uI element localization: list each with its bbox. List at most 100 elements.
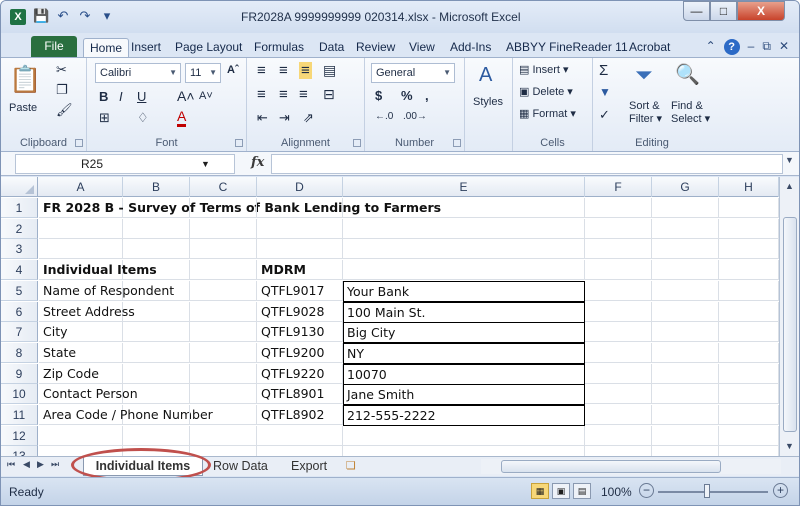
font-name-dropdown[interactable]: Calibri ▼ (95, 63, 181, 83)
orientation-icon[interactable]: ⇗ (303, 110, 314, 126)
cell-c2[interactable] (190, 218, 257, 239)
row-header[interactable]: 6 (1, 301, 38, 322)
cell-a4[interactable]: Individual Items (39, 260, 157, 281)
cell-g13[interactable] (652, 446, 719, 456)
formula-input[interactable] (271, 154, 783, 174)
column-header-h[interactable]: H (719, 177, 779, 197)
fill-icon[interactable]: ▼ (599, 85, 611, 99)
minimize-ribbon-icon[interactable]: ⌃ (706, 39, 716, 55)
cell-b7[interactable] (123, 322, 190, 343)
decrease-indent-icon[interactable]: ⇤ (257, 110, 268, 126)
wrap-text-icon[interactable]: ▤ (323, 62, 336, 79)
cell-e5[interactable]: Your Bank (343, 280, 585, 302)
styles-button[interactable]: Styles (473, 96, 503, 108)
cell-d10[interactable]: QTFL8901 (257, 384, 343, 405)
cell-f6[interactable] (585, 301, 652, 322)
horizontal-scroll-thumb[interactable] (501, 460, 721, 473)
close-workbook-icon[interactable]: ✕ (779, 39, 789, 55)
scroll-down-icon[interactable]: ▼ (785, 441, 794, 451)
cell-h6[interactable] (719, 301, 779, 322)
undo-icon[interactable]: ↶ (55, 8, 71, 24)
horizontal-scrollbar[interactable] (481, 459, 781, 474)
cell-h7[interactable] (719, 322, 779, 343)
cell-e13[interactable] (343, 446, 585, 456)
row-header[interactable]: 4 (1, 260, 38, 281)
cell-g8[interactable] (652, 342, 719, 363)
save-icon[interactable]: 💾 (33, 8, 49, 24)
cell-g11[interactable] (652, 405, 719, 425)
cell-a6[interactable]: Street Address (39, 301, 135, 322)
align-bottom-icon[interactable]: ≡ (299, 62, 312, 79)
vertical-scrollbar[interactable]: ▲ ▼ (779, 177, 799, 456)
cell-c7[interactable] (190, 322, 257, 343)
cell-b9[interactable] (123, 363, 190, 384)
cell-a12[interactable] (39, 425, 123, 446)
increase-decimal-icon[interactable]: ←.0 (375, 111, 393, 122)
tab-data[interactable]: Data (319, 38, 344, 57)
cell-e11[interactable]: 212-555-2222 (343, 405, 585, 426)
align-middle-icon[interactable]: ≡ (279, 62, 288, 79)
name-box[interactable]: R25 ▼ (15, 154, 235, 174)
cell-f1[interactable] (585, 198, 652, 218)
cell-b2[interactable] (123, 218, 190, 239)
cell-e12[interactable] (343, 425, 585, 446)
tab-review[interactable]: Review (356, 38, 395, 57)
cell-e2[interactable] (343, 218, 585, 239)
cell-h2[interactable] (719, 218, 779, 239)
styles-icon[interactable]: A (479, 64, 492, 87)
tab-abbyy[interactable]: ABBYY FineReader 11 (506, 38, 628, 57)
column-header-f[interactable]: F (585, 177, 652, 197)
cell-b13[interactable] (123, 446, 190, 456)
cell-f13[interactable] (585, 446, 652, 456)
cell-h4[interactable] (719, 260, 779, 281)
zoom-slider-thumb[interactable] (704, 484, 710, 498)
cell-h5[interactable] (719, 280, 779, 301)
cell-g9[interactable] (652, 363, 719, 384)
cell-b4[interactable] (123, 260, 190, 281)
cell-d13[interactable] (257, 446, 343, 456)
cell-c6[interactable] (190, 301, 257, 322)
cell-c13[interactable] (190, 446, 257, 456)
zoom-out-icon[interactable]: − (639, 483, 654, 498)
close-button[interactable]: X (737, 1, 785, 21)
cell-e10[interactable]: Jane Smith (343, 384, 585, 406)
page-break-view-icon[interactable]: ▤ (573, 483, 591, 499)
cell-d5[interactable]: QTFL9017 (257, 280, 343, 301)
cell-f10[interactable] (585, 384, 652, 405)
tab-view[interactable]: View (409, 38, 435, 57)
row-header[interactable]: 11 (1, 405, 38, 425)
cell-a3[interactable] (39, 239, 123, 260)
cell-g2[interactable] (652, 218, 719, 239)
cell-h1[interactable] (719, 198, 779, 218)
cell-c8[interactable] (190, 342, 257, 363)
cell-a8[interactable]: State (39, 342, 123, 363)
cell-c1[interactable] (190, 198, 257, 218)
insert-cells-button[interactable]: ▤ Insert ▾ (519, 63, 569, 76)
prev-sheet-icon[interactable]: ◀ (23, 459, 30, 470)
redo-icon[interactable]: ↷ (77, 8, 93, 24)
minimize-button[interactable]: — (683, 1, 710, 21)
insert-sheet-icon[interactable]: ❏ (346, 457, 356, 476)
cell-f3[interactable] (585, 239, 652, 260)
align-top-icon[interactable]: ≡ (257, 62, 266, 79)
vertical-scroll-thumb[interactable] (783, 217, 797, 432)
zoom-level[interactable]: 100% (601, 485, 632, 499)
help-icon[interactable]: ? (723, 39, 740, 55)
cell-c10[interactable] (190, 384, 257, 405)
column-header-c[interactable]: C (190, 177, 257, 197)
cell-e8[interactable]: NY (343, 342, 585, 364)
row-header[interactable]: 13 (1, 446, 38, 456)
cell-h13[interactable] (719, 446, 779, 456)
align-right-icon[interactable]: ≡ (299, 86, 308, 103)
row-header[interactable]: 5 (1, 280, 38, 301)
tab-home[interactable]: Home (83, 38, 130, 57)
cell-e1[interactable] (343, 198, 585, 218)
tab-insert[interactable]: Insert (131, 38, 161, 57)
maximize-button[interactable]: □ (710, 1, 737, 21)
cell-a5[interactable]: Name of Respondent (39, 280, 174, 301)
cell-c12[interactable] (190, 425, 257, 446)
cell-e7[interactable]: Big City (343, 322, 585, 344)
restore-icon[interactable]: – (748, 39, 755, 55)
comma-button[interactable]: , (425, 88, 429, 103)
paste-button[interactable]: Paste (9, 102, 37, 114)
